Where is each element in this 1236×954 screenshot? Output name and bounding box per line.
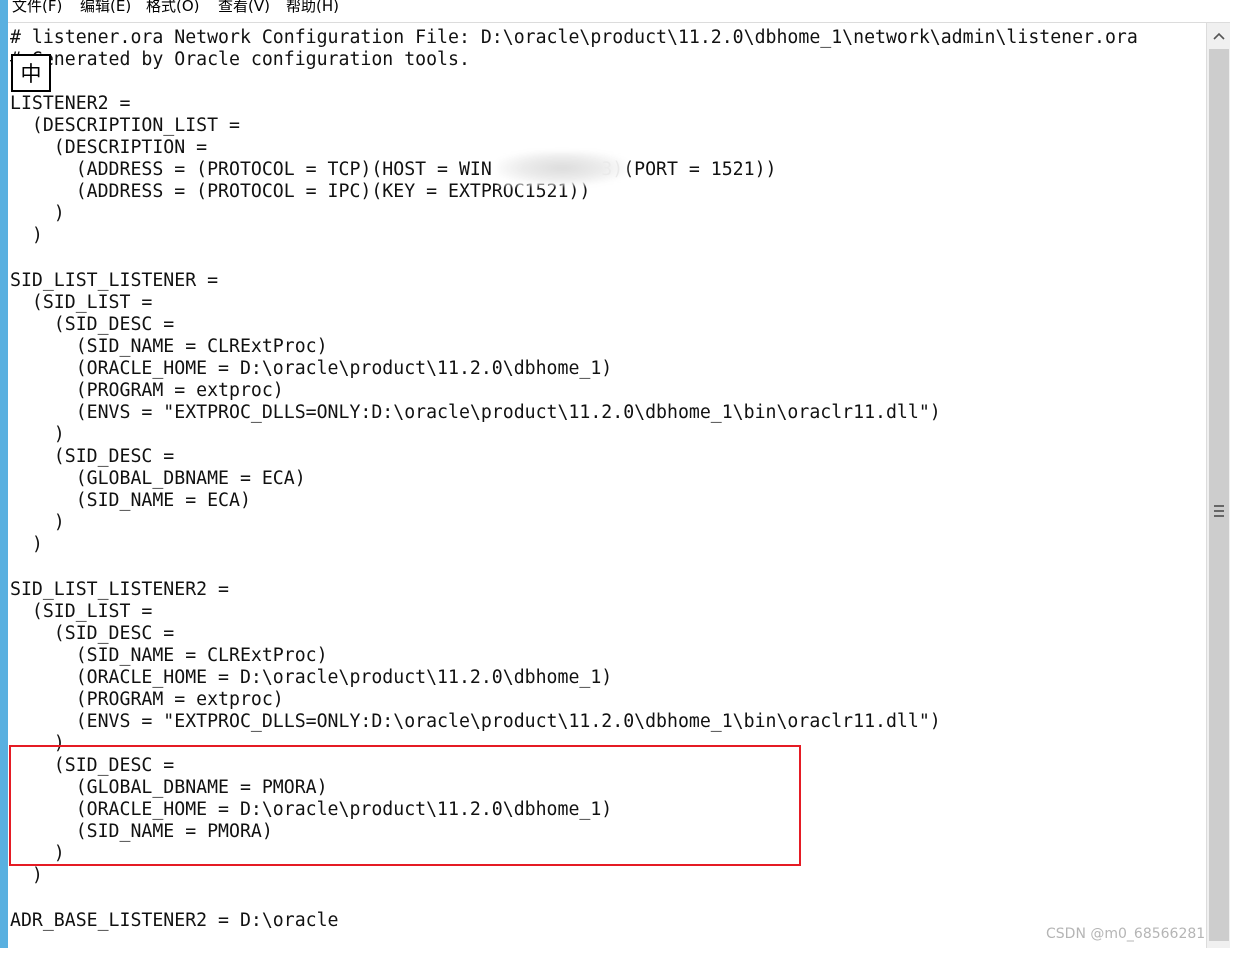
code-line: ) [10, 865, 43, 886]
ime-mode-indicator[interactable]: 中 [11, 54, 51, 92]
code-line: ) [10, 512, 65, 533]
code-line: (SID_NAME = CLRExtProc) [10, 645, 328, 666]
code-line: (SID_DESC = [10, 623, 175, 644]
code-line: (DESCRIPTION_LIST = [10, 115, 240, 136]
redaction-blur [498, 151, 626, 185]
code-line: (SID_DESC = [10, 314, 175, 335]
code-line: (ENVS = "EXTPROC_DLLS=ONLY:D:\oracle\pro… [10, 402, 941, 423]
window-left-border [0, 0, 8, 954]
code-line: (SID_DESC = [10, 446, 175, 467]
code-line: ) [10, 203, 65, 224]
scroll-up-arrow-icon[interactable] [1207, 23, 1231, 49]
menu-format[interactable]: 格式(O) [146, 0, 200, 16]
code-line: (SID_NAME = CLRExtProc) [10, 336, 328, 357]
code-line: ) [10, 534, 43, 555]
code-line: (PROGRAM = extproc) [10, 380, 284, 401]
code-line: ADR_BASE_LISTENER2 = D:\oracle [10, 910, 339, 931]
window-right-edge [1230, 0, 1236, 954]
code-line: (ORACLE_HOME = D:\oracle\product\11.2.0\… [10, 358, 613, 379]
code-line: (ENVS = "EXTPROC_DLLS=ONLY:D:\oracle\pro… [10, 711, 941, 732]
code-line: (ADDRESS = (PROTOCOL = TCP)(HOST = WIN 3… [10, 159, 777, 180]
scrollbar-thumb[interactable] [1209, 49, 1229, 941]
window-bottom-edge [0, 948, 1236, 954]
code-line: # listener.ora Network Configuration Fil… [10, 27, 1138, 48]
grip-icon [1214, 505, 1224, 517]
watermark-text: CSDN @m0_68566281 [1046, 926, 1206, 942]
code-line: (SID_NAME = ECA) [10, 490, 251, 511]
code-line: (SID_LIST = [10, 601, 153, 622]
code-line: ) [10, 424, 65, 445]
code-line: (GLOBAL_DBNAME = ECA) [10, 468, 306, 489]
code-line: (DESCRIPTION = [10, 137, 208, 158]
code-line: # Generated by Oracle configuration tool… [10, 49, 470, 70]
code-line: SID_LIST_LISTENER2 = [10, 579, 229, 600]
code-line: (ORACLE_HOME = D:\oracle\product\11.2.0\… [10, 667, 613, 688]
code-line: (SID_LIST = [10, 292, 153, 313]
highlight-annotation-box [9, 745, 801, 866]
menu-view[interactable]: 查看(V) [218, 0, 270, 16]
menu-edit[interactable]: 编辑(E) [80, 0, 131, 16]
menu-help[interactable]: 帮助(H) [286, 0, 339, 16]
vertical-scrollbar[interactable] [1206, 23, 1231, 948]
menu-bar: 文件(F) 编辑(E) 格式(O) 查看(V) 帮助(H) [8, 0, 1236, 23]
code-line: SID_LIST_LISTENER = [10, 270, 219, 291]
menu-file[interactable]: 文件(F) [12, 0, 62, 16]
code-line: LISTENER2 = [10, 93, 131, 114]
code-line: ) [10, 225, 43, 246]
code-line: (PROGRAM = extproc) [10, 689, 284, 710]
